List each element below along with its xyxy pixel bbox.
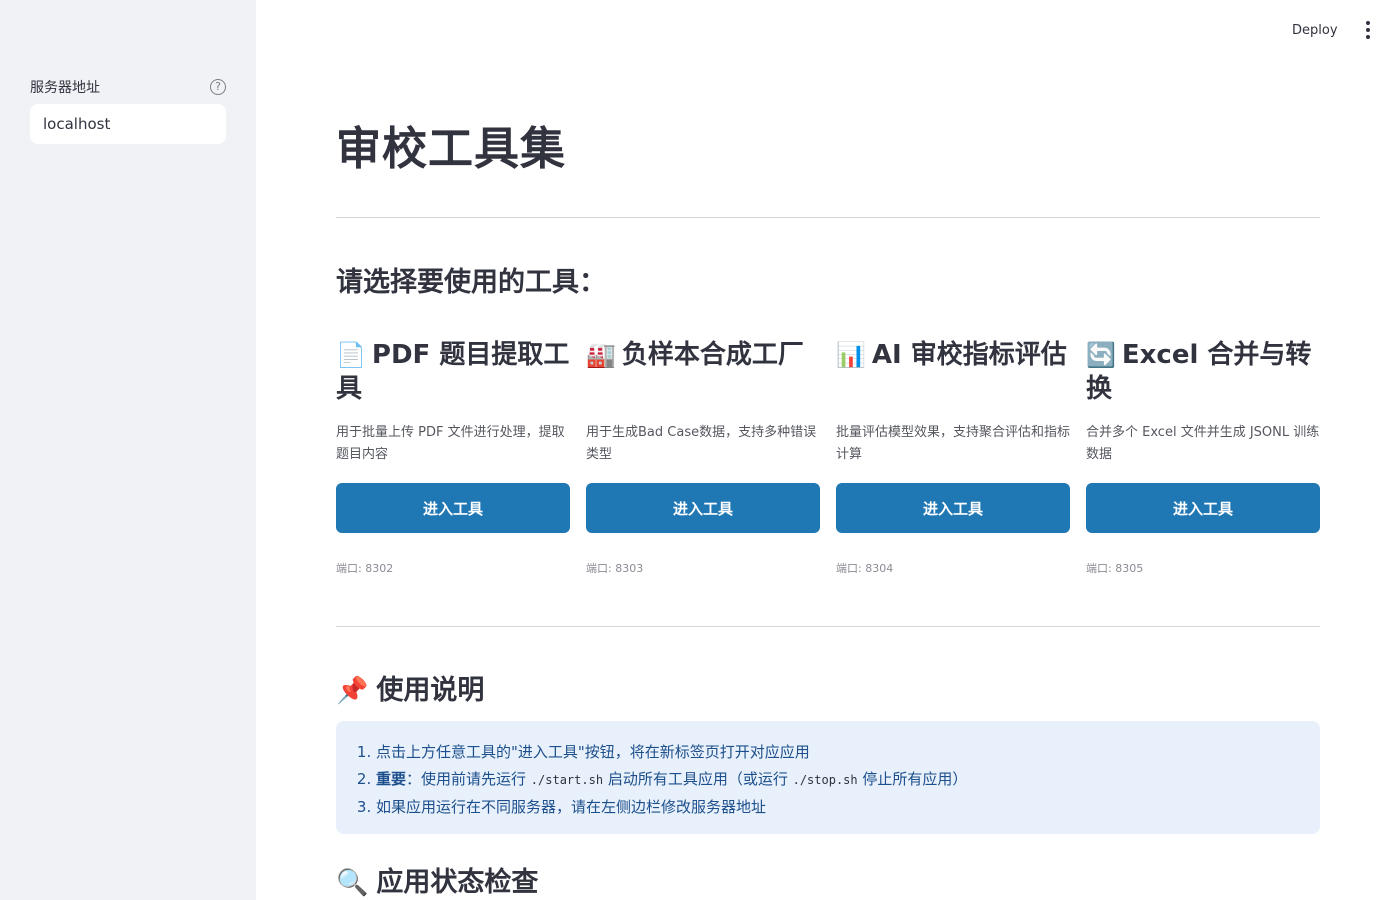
enter-tool-button[interactable]: 进入工具: [586, 483, 820, 533]
page-title: 审校工具集: [336, 122, 567, 175]
tool-title-text: 负样本合成工厂: [621, 340, 804, 370]
tool-card-title: 🔄 Excel 合并与转换: [1086, 338, 1320, 406]
tool-description: 合并多个 Excel 文件并生成 JSONL 训练数据: [1086, 425, 1320, 462]
port-label: 端口: 8305: [1086, 562, 1144, 575]
magnifier-icon: 🔍: [336, 868, 369, 898]
usage-heading-text: 使用说明: [376, 675, 485, 706]
enter-tool-button[interactable]: 进入工具: [836, 483, 1070, 533]
tool-title-text: Excel 合并与转换: [1086, 340, 1312, 404]
usage-item-2: 重要：使用前请先运行 ./start.sh 启动所有工具应用（或运行 ./sto…: [376, 766, 1300, 794]
usage-item-2-text: 停止所有应用）: [857, 770, 968, 788]
app-root: 服务器地址 ? Deploy 审校工具集 请选择要使用的工具： 📄PDF 题目提…: [0, 0, 1400, 900]
pushpin-icon: 📌: [336, 676, 369, 706]
tool-card-title: 📄 PDF 题目提取工具: [336, 338, 570, 406]
status-check-heading: 🔍 应用状态检查: [336, 860, 538, 899]
server-address-label-row: 服务器地址 ?: [30, 77, 226, 97]
usage-list: 点击上方任意工具的"进入工具"按钮，将在新标签页打开对应应用 重要：使用前请先运…: [356, 739, 1300, 821]
divider: [336, 217, 1320, 218]
port-label: 端口: 8303: [586, 562, 644, 575]
server-address-label: 服务器地址: [30, 80, 100, 96]
usage-heading: 📌 使用说明: [336, 668, 484, 707]
important-label: 重要: [376, 770, 407, 788]
port-label: 端口: 8304: [836, 562, 894, 575]
start-script-code: ./start.sh: [530, 773, 604, 787]
divider: [336, 626, 1320, 627]
sidebar: 服务器地址 ?: [0, 0, 256, 900]
tool-title-text: AI 审校指标评估: [871, 340, 1067, 370]
usage-item-2-text: ：使用前请先运行: [406, 770, 531, 788]
tool-card-excel: 🔄 Excel 合并与转换 合并多个 Excel 文件并生成 JSONL 训练数据…: [1086, 338, 1320, 575]
tool-card-pdf: 📄 PDF 题目提取工具 用于批量上传 PDF 文件进行处理，提取题目内容 进入工…: [336, 338, 570, 575]
factory-icon: 🏭: [586, 341, 616, 369]
tool-description: 批量评估模型效果，支持聚合评估和指标计算: [836, 425, 1071, 462]
tool-card-negative-sample: 🏭 负样本合成工厂 用于生成Bad Case数据，支持多种错误类型 进入工具 端口…: [586, 338, 820, 575]
usage-item-1: 点击上方任意工具的"进入工具"按钮，将在新标签页打开对应应用: [376, 739, 1300, 766]
tool-card-title: 🏭 负样本合成工厂: [586, 338, 820, 406]
tool-description: 用于批量上传 PDF 文件进行处理，提取题目内容: [336, 425, 565, 462]
refresh-icon: 🔄: [1086, 341, 1116, 369]
document-icon: 📄: [336, 341, 366, 369]
tool-card-title: 📊 AI 审校指标评估: [836, 338, 1070, 406]
more-vertical-icon[interactable]: [1362, 20, 1374, 40]
tool-title-text: PDF 题目提取工具: [336, 340, 570, 404]
usage-item-2-text: 启动所有工具应用（或运行: [603, 770, 793, 788]
usage-info-box: 点击上方任意工具的"进入工具"按钮，将在新标签页打开对应应用 重要：使用前请先运…: [336, 721, 1320, 834]
help-icon[interactable]: ?: [210, 79, 226, 95]
usage-item-3: 如果应用运行在不同服务器，请在左侧边栏修改服务器地址: [376, 794, 1300, 821]
enter-tool-button[interactable]: 进入工具: [1086, 483, 1320, 533]
server-address-input[interactable]: [30, 104, 226, 144]
tool-card-metrics: 📊 AI 审校指标评估 批量评估模型效果，支持聚合评估和指标计算 进入工具 端口:…: [836, 338, 1070, 575]
enter-tool-button[interactable]: 进入工具: [336, 483, 570, 533]
stop-script-code: ./stop.sh: [792, 773, 858, 787]
status-heading-text: 应用状态检查: [376, 867, 539, 898]
section-subtitle: 请选择要使用的工具：: [336, 267, 606, 298]
deploy-button[interactable]: Deploy: [1292, 19, 1338, 41]
bar-chart-icon: 📊: [836, 341, 866, 369]
port-label: 端口: 8302: [336, 562, 394, 575]
tool-description: 用于生成Bad Case数据，支持多种错误类型: [586, 425, 817, 462]
